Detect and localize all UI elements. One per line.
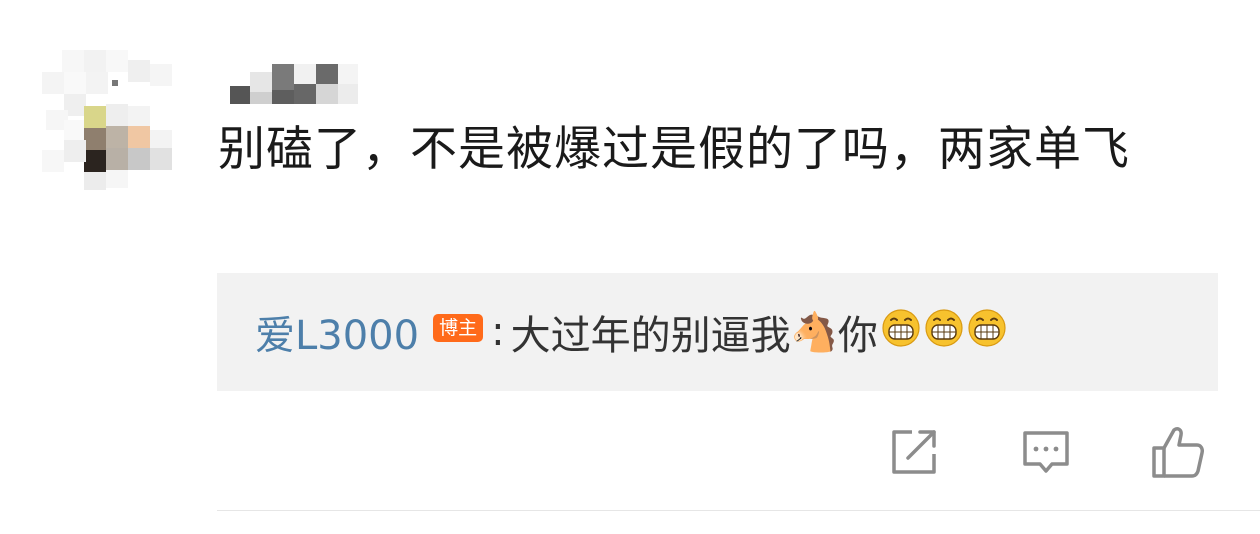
reply-text: 大过年的别逼我 bbox=[510, 313, 791, 359]
grin-emoji-group bbox=[878, 307, 1007, 357]
action-bar bbox=[0, 424, 1260, 480]
reply-preview[interactable]: 爱L3000 博主 : 大过年的别逼我 🐴 你 bbox=[217, 273, 1218, 391]
share-icon bbox=[892, 430, 936, 474]
username[interactable] bbox=[228, 62, 378, 106]
comment-icon bbox=[1023, 431, 1069, 473]
avatar[interactable] bbox=[42, 50, 190, 198]
grin-emoji bbox=[882, 309, 920, 347]
reply-author-link[interactable]: 爱L3000 bbox=[255, 303, 419, 361]
grin-emoji bbox=[925, 309, 963, 347]
like-button[interactable] bbox=[1150, 424, 1206, 480]
divider bbox=[217, 510, 1260, 511]
username-mosaic bbox=[230, 64, 358, 104]
reply-line: 爱L3000 博主 : 大过年的别逼我 🐴 你 bbox=[255, 305, 1007, 359]
reply-colon: : bbox=[491, 309, 505, 355]
comment-item: 别磕了，不是被爆过是假的了吗，两家单飞 爱L3000 博主 : 大过年的别逼我 … bbox=[0, 0, 1260, 534]
comment-text: 别磕了，不是被爆过是假的了吗，两家单飞 bbox=[218, 122, 1130, 177]
grin-emoji bbox=[968, 309, 1006, 347]
like-icon bbox=[1152, 427, 1204, 478]
avatar-mosaic bbox=[42, 50, 190, 198]
share-button[interactable] bbox=[886, 424, 942, 480]
author-badge: 博主 bbox=[433, 314, 484, 342]
comment-button[interactable] bbox=[1018, 424, 1074, 480]
reply-text-after: 你 bbox=[837, 313, 878, 359]
horse-emoji: 🐴 bbox=[790, 310, 838, 354]
